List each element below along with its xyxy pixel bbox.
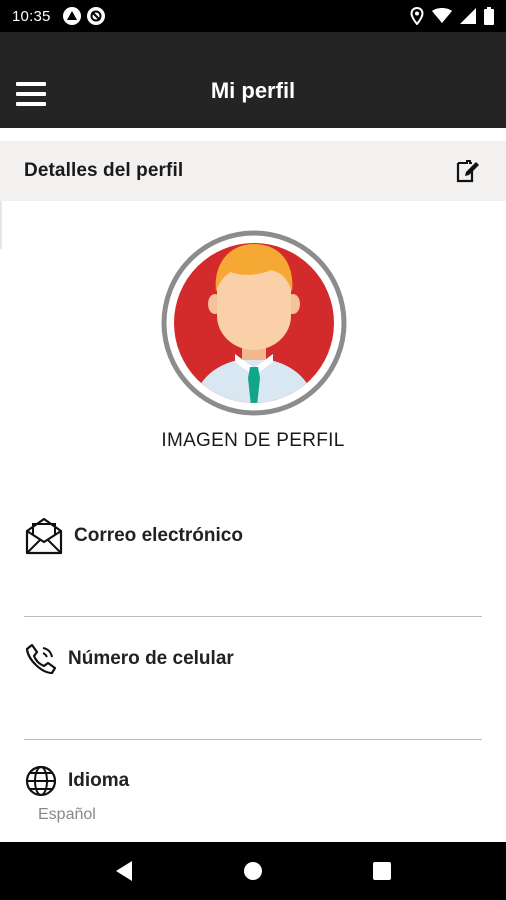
status-bar: 10:35 — [0, 0, 506, 32]
sync-blocked-icon — [86, 7, 105, 25]
phone-icon — [25, 643, 57, 675]
profile-avatar-icon — [161, 230, 347, 416]
back-triangle-icon — [116, 861, 133, 881]
location-icon — [410, 7, 424, 25]
profile-details-header: Detalles del perfil — [0, 141, 506, 201]
react-native-icon — [62, 7, 81, 25]
back-button[interactable] — [104, 851, 144, 891]
home-circle-icon — [243, 862, 262, 880]
edit-note-icon — [456, 160, 479, 183]
recents-square-icon — [372, 862, 391, 880]
language-value: Español — [38, 806, 96, 823]
status-right-icons — [410, 7, 494, 25]
left-accent-line — [0, 201, 2, 249]
language-label: Idioma — [68, 770, 130, 791]
email-field[interactable]: Correo electrónico — [24, 516, 482, 574]
divider — [24, 616, 482, 617]
phone-label: Número de celular — [68, 648, 234, 669]
avatar-caption: IMAGEN DE PERFIL — [161, 430, 345, 451]
recents-button[interactable] — [362, 851, 402, 891]
app-bar-border — [0, 128, 506, 134]
avatar[interactable] — [161, 230, 347, 416]
wifi-icon — [432, 8, 452, 23]
status-time: 10:35 — [12, 7, 51, 25]
language-field[interactable]: Idioma Español — [24, 764, 482, 824]
divider — [24, 739, 482, 740]
signal-icon — [460, 8, 476, 24]
system-nav-bar — [0, 842, 506, 900]
app-bar: Mi perfil — [0, 32, 506, 128]
home-button[interactable] — [233, 851, 273, 891]
envelope-icon — [25, 517, 63, 555]
section-title: Detalles del perfil — [24, 160, 184, 181]
globe-icon — [25, 765, 57, 797]
phone-field[interactable]: Número de celular — [24, 642, 482, 694]
edit-profile-button[interactable] — [452, 156, 482, 186]
email-label: Correo electrónico — [74, 525, 243, 546]
page-title: Mi perfil — [210, 78, 296, 103]
status-left-icons — [62, 7, 105, 25]
battery-icon — [484, 7, 494, 25]
